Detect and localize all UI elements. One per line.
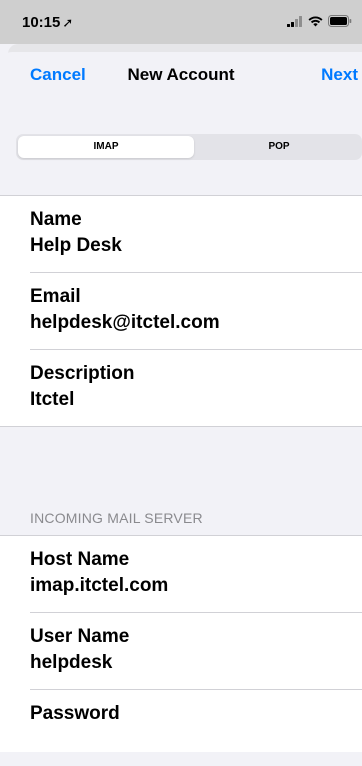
host-name-label: Host Name [30,549,130,570]
description-field[interactable]: Description Itctel [0,350,362,426]
host-name-field[interactable]: Host Name imap.itctel.com [0,536,362,612]
user-name-value[interactable]: helpdesk [30,652,112,674]
email-label: Email [30,286,81,307]
page-title: New Account [127,65,235,84]
section-divider [0,426,362,427]
description-label: Description [30,363,135,384]
status-time: 10:15 ➚ [22,14,73,31]
navigation-bar: Cancel New Account Next [0,52,362,96]
host-name-value[interactable]: imap.itctel.com [30,575,168,597]
new-account-sheet: Cancel New Account Next IMAP POP Name He… [0,52,362,752]
description-value[interactable]: Itctel [30,389,74,411]
status-bar: 10:15 ➚ [0,0,362,44]
user-name-field[interactable]: User Name helpdesk [0,613,362,689]
battery-icon [328,15,352,27]
name-value[interactable]: Help Desk [30,235,122,257]
password-field[interactable]: Password [0,690,362,766]
name-label: Name [30,209,82,230]
next-button[interactable]: Next [321,65,358,85]
segment-imap[interactable]: IMAP [18,136,194,158]
status-icons [287,15,352,27]
account-info-section: Name Help Desk Email helpdesk@itctel.com… [0,196,362,426]
user-name-label: User Name [30,626,130,647]
incoming-server-section: Host Name imap.itctel.com User Name help… [0,536,362,752]
email-field[interactable]: Email helpdesk@itctel.com [0,273,362,349]
location-arrow-icon: ➚ [62,15,74,30]
email-value[interactable]: helpdesk@itctel.com [30,312,220,334]
account-type-segmented-control: IMAP POP [16,134,362,160]
password-label: Password [30,703,120,724]
cellular-signal-icon [287,15,302,27]
wifi-icon [308,16,323,26]
name-field[interactable]: Name Help Desk [0,196,362,272]
incoming-mail-server-header: INCOMING MAIL SERVER [30,510,203,526]
segment-pop[interactable]: POP [196,136,362,158]
time-text: 10:15 [22,14,61,31]
